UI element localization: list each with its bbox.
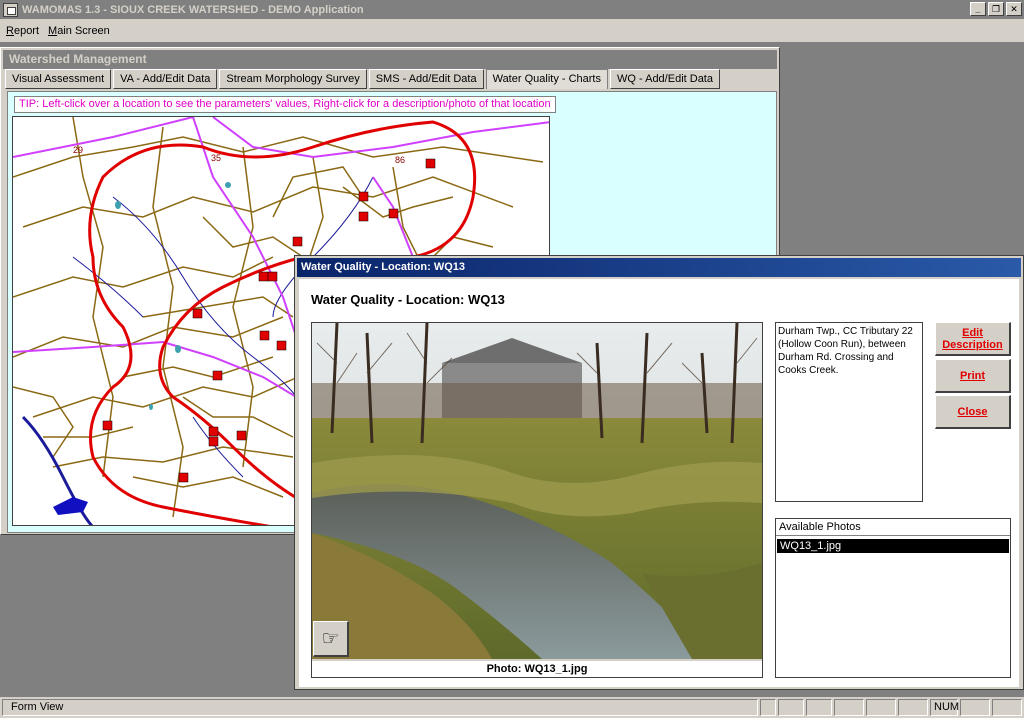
location-photo: ☞ — [312, 323, 762, 659]
tab-stream-morphology[interactable]: Stream Morphology Survey — [219, 69, 367, 89]
menu-main-screen[interactable]: Main Screen — [48, 25, 110, 37]
location-marker[interactable] — [102, 420, 113, 431]
status-cell — [834, 699, 864, 716]
pointer-hand-button[interactable]: ☞ — [313, 621, 349, 657]
dialog-heading: Water Quality - Location: WQ13 — [311, 292, 505, 307]
photo-image — [312, 323, 762, 659]
menu-bar: Report Main Screen — [0, 19, 1024, 43]
route-29-label: 29 — [73, 145, 83, 155]
location-marker[interactable] — [212, 370, 223, 381]
photo-list-item[interactable]: WQ13_1.jpg — [777, 539, 1009, 553]
location-marker[interactable] — [178, 472, 189, 483]
photos-list-header: Available Photos — [776, 519, 1010, 536]
window-controls: _ ❐ ✕ — [968, 2, 1022, 16]
available-photos-list[interactable]: Available Photos WQ13_1.jpg — [775, 518, 1011, 678]
restore-icon[interactable]: ❐ — [988, 2, 1004, 16]
water-quality-dialog: Water Quality - Location: WQ13 Water Qua… — [294, 255, 1024, 690]
photo-caption: Photo: WQ13_1.jpg — [312, 661, 762, 677]
location-marker[interactable] — [258, 271, 269, 282]
close-icon[interactable]: ✕ — [1006, 2, 1022, 16]
status-cell — [898, 699, 928, 716]
tab-va-add-edit[interactable]: VA - Add/Edit Data — [113, 69, 218, 89]
status-cell — [992, 699, 1022, 716]
location-marker[interactable] — [425, 158, 436, 169]
close-button[interactable]: Close — [935, 395, 1011, 429]
dialog-titlebar: Water Quality - Location: WQ13 — [297, 258, 1021, 277]
edit-description-label: Edit Description — [942, 326, 1003, 351]
status-cell — [760, 699, 776, 716]
tab-visual-assessment[interactable]: Visual Assessment — [5, 69, 112, 89]
location-marker[interactable] — [358, 211, 369, 222]
tab-sms-add-edit[interactable]: SMS - Add/Edit Data — [368, 69, 484, 89]
edit-description-button[interactable]: Edit Description — [935, 322, 1011, 356]
tab-wq-add-edit[interactable]: WQ - Add/Edit Data — [610, 69, 720, 89]
location-marker[interactable] — [267, 271, 278, 282]
status-text: Form View — [2, 699, 758, 716]
app-titlebar: WAMOMAS 1.3 - SIOUX CREEK WATERSHED - DE… — [0, 0, 1024, 19]
location-marker[interactable] — [208, 426, 219, 437]
location-marker[interactable] — [208, 436, 219, 447]
status-cell — [778, 699, 804, 716]
status-cell — [960, 699, 990, 716]
minimize-icon[interactable]: _ — [970, 2, 986, 16]
location-description[interactable]: Durham Twp., CC Tributary 22 (Hollow Coo… — [775, 322, 923, 502]
location-marker[interactable] — [292, 236, 303, 247]
hand-icon: ☞ — [321, 628, 340, 650]
location-marker[interactable] — [388, 208, 399, 219]
location-marker[interactable] — [259, 330, 270, 341]
location-marker[interactable] — [358, 191, 369, 202]
status-cell — [806, 699, 832, 716]
menu-report[interactable]: Report — [6, 25, 39, 37]
status-bar: Form View NUM — [0, 696, 1024, 718]
app-title: WAMOMAS 1.3 - SIOUX CREEK WATERSHED - DE… — [22, 3, 364, 16]
route-86-label: 86 — [395, 155, 405, 165]
tab-strip: Visual Assessment VA - Add/Edit Data Str… — [5, 69, 722, 89]
route-35-label: 35 — [211, 153, 221, 163]
form-title: Watershed Management — [3, 50, 777, 69]
num-lock-indicator: NUM — [930, 699, 959, 716]
tip-text: TIP: Left-click over a location to see t… — [14, 96, 556, 113]
status-cell — [866, 699, 896, 716]
print-label: Print — [959, 369, 986, 382]
location-marker[interactable] — [192, 308, 203, 319]
photo-frame: ☞ Photo: WQ13_1.jpg — [311, 322, 763, 678]
dialog-body: Water Quality - Location: WQ13 ☞ Photo: … — [299, 279, 1019, 687]
print-button[interactable]: Print — [935, 359, 1011, 393]
app-icon — [3, 2, 18, 17]
tab-water-quality-charts[interactable]: Water Quality - Charts — [485, 69, 608, 89]
close-label: Close — [957, 405, 988, 418]
location-marker[interactable] — [276, 340, 287, 351]
location-marker[interactable] — [236, 430, 247, 441]
